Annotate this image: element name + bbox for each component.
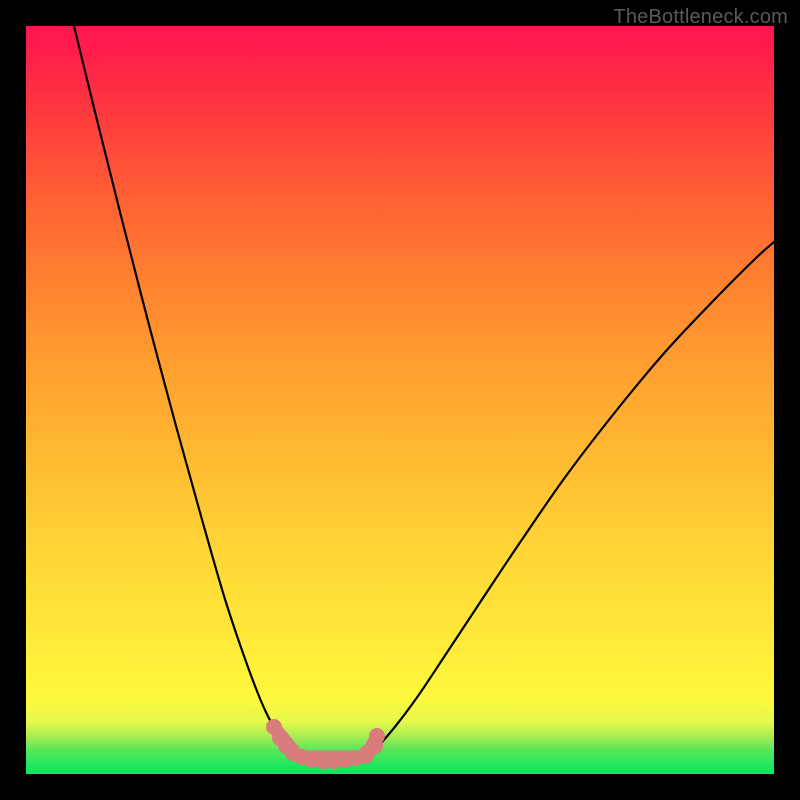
chart-frame: TheBottleneck.com bbox=[0, 0, 800, 800]
chart-svg bbox=[26, 26, 774, 774]
plot-area bbox=[26, 26, 774, 774]
watermark-text: TheBottleneck.com bbox=[613, 6, 788, 29]
